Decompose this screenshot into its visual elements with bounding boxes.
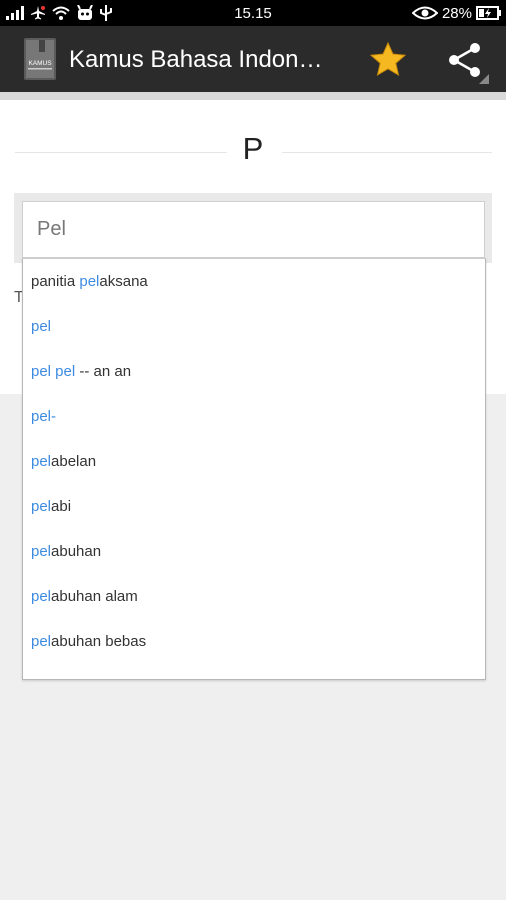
battery-icon: [476, 6, 501, 20]
suggestion-text: -- an an: [75, 363, 132, 380]
app-logo-text: KAMUS: [28, 60, 52, 67]
suggestion-item[interactable]: pelabelan: [31, 448, 96, 476]
suggestion-item[interactable]: panitia pelaksana: [31, 268, 148, 296]
suggestion-match: pel: [31, 498, 52, 515]
suggestion-match: pel pel: [31, 363, 76, 380]
battery-percent: 28%: [441, 4, 472, 22]
letter-divider-right: [282, 152, 492, 153]
search-input[interactable]: [22, 201, 485, 258]
share-button[interactable]: [445, 40, 489, 84]
app-bar: KAMUS Kamus Bahasa Indon…: [0, 26, 506, 92]
suggestion-match: pel: [31, 633, 52, 650]
suggestion-item[interactable]: pelabi: [31, 493, 71, 521]
app-bar-shadow: [0, 92, 506, 100]
suggestion-item[interactable]: pelabuhan bebas: [31, 628, 146, 656]
suggestion-item[interactable]: pel: [31, 313, 51, 341]
app-title: Kamus Bahasa Indon…: [69, 46, 323, 73]
eye-icon: [411, 6, 438, 20]
suggestion-text: abuhan bebas: [51, 633, 147, 650]
suggestion-match: pel: [79, 273, 100, 290]
suggestion-item[interactable]: pelabuhan: [31, 538, 101, 566]
suggestion-text: panitia: [31, 273, 80, 290]
suggestion-match: pel: [31, 588, 52, 605]
suggestion-item[interactable]: pel pel -- an an: [31, 358, 131, 386]
suggestion-item[interactable]: pel-: [31, 403, 56, 431]
section-letter: P: [242, 131, 264, 166]
autocomplete-dropdown: panitia pelaksana pel pel pel -- an an p…: [22, 258, 486, 680]
status-bar: 15.15 28%: [0, 0, 506, 26]
suggestion-text: abuhan alam: [51, 588, 138, 605]
suggestion-item[interactable]: pelabuhan alam: [31, 583, 138, 611]
favorite-star-button[interactable]: [368, 40, 408, 80]
suggestion-match: pel-: [31, 408, 57, 425]
suggestion-match: pel: [31, 318, 52, 335]
overflow-corner-icon: [479, 74, 489, 84]
suggestion-text: aksana: [99, 273, 148, 290]
status-icons-right: 28%: [411, 3, 502, 23]
suggestion-text: abi: [51, 498, 72, 515]
suggestion-match: pel: [31, 543, 52, 560]
app-logo-icon: KAMUS: [24, 38, 56, 80]
suggestion-text: abelan: [51, 453, 97, 470]
suggestion-match: pel: [31, 453, 52, 470]
suggestion-text: abuhan: [51, 543, 102, 560]
